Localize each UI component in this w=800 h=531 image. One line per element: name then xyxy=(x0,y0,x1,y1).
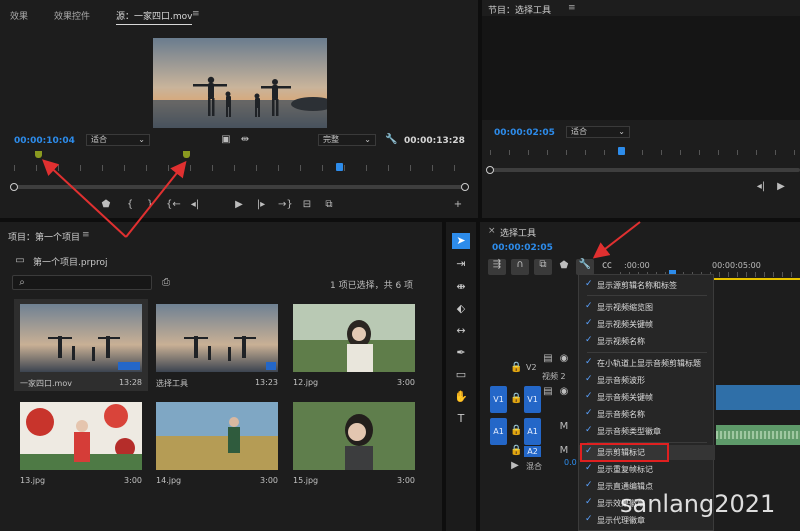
arrow-to-marker-left xyxy=(42,159,127,238)
watermark: sanlang2021 xyxy=(620,490,776,518)
annotation-arrows xyxy=(42,159,641,259)
arrow-to-wrench xyxy=(592,221,641,259)
arrow-to-marker-right xyxy=(125,160,187,238)
